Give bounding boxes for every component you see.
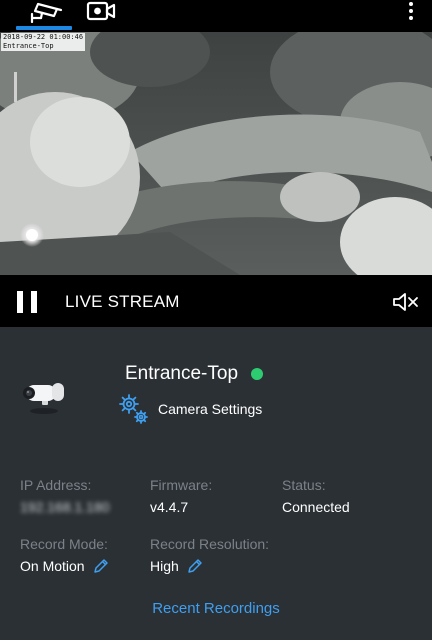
pencil-icon[interactable] — [93, 558, 109, 574]
cctv-icon — [30, 2, 63, 23]
camera-details-panel: Entrance-Top Camera Settings IP Address:… — [0, 327, 432, 640]
gears-icon — [119, 394, 148, 424]
record-resolution-value: High — [150, 558, 179, 574]
video-overlay-text: 2018-09-22 01:00:46 Entrance-Top — [1, 33, 86, 51]
camera-settings-button[interactable]: Camera Settings — [116, 393, 262, 425]
timestamp-overlay: 2018-09-22 01:00:46 — [3, 33, 84, 41]
firmware-field: Firmware: v4.4.7 — [150, 477, 212, 515]
status-field: Status: Connected — [282, 477, 350, 515]
ip-address-field: IP Address: 192.168.1.180 — [20, 477, 110, 515]
firmware-label: Firmware: — [150, 477, 213, 493]
tab-video-camera[interactable] — [72, 0, 128, 32]
firmware-value: v4.4.7 — [150, 499, 189, 515]
record-mode-label: Record Mode: — [20, 536, 108, 552]
record-mode-field: Record Mode: On Motion — [20, 536, 109, 574]
camera-device-icon — [23, 383, 64, 414]
top-app-bar — [0, 0, 432, 32]
record-resolution-label: Record Resolution: — [150, 536, 270, 552]
night-vision-frame — [0, 32, 432, 275]
live-stream-label: LIVE STREAM — [65, 292, 180, 311]
more-vertical-icon[interactable] — [404, 2, 418, 20]
status-indicator-dot — [251, 368, 263, 380]
active-tab-indicator — [16, 26, 72, 30]
live-video-feed[interactable]: 2018-09-22 01:00:46 Entrance-Top — [0, 32, 432, 275]
camera-label-overlay: Entrance-Top — [3, 42, 54, 50]
recent-recordings-link[interactable]: Recent Recordings — [0, 600, 432, 617]
status-label: Status: — [282, 477, 326, 493]
volume-muted-icon[interactable] — [392, 291, 420, 313]
stream-controls-bar: LIVE STREAM — [0, 275, 432, 327]
record-mode-value: On Motion — [20, 558, 85, 574]
camera-settings-label: Camera Settings — [158, 401, 263, 417]
pause-icon[interactable] — [17, 291, 39, 313]
record-resolution-field: Record Resolution: High — [150, 536, 269, 574]
ip-address-label: IP Address: — [20, 477, 92, 493]
status-value: Connected — [282, 499, 350, 515]
ip-address-value: 192.168.1.180 — [20, 499, 110, 515]
pencil-icon[interactable] — [187, 558, 203, 574]
camera-name: Entrance-Top — [125, 363, 239, 384]
video-camera-icon — [86, 1, 116, 21]
